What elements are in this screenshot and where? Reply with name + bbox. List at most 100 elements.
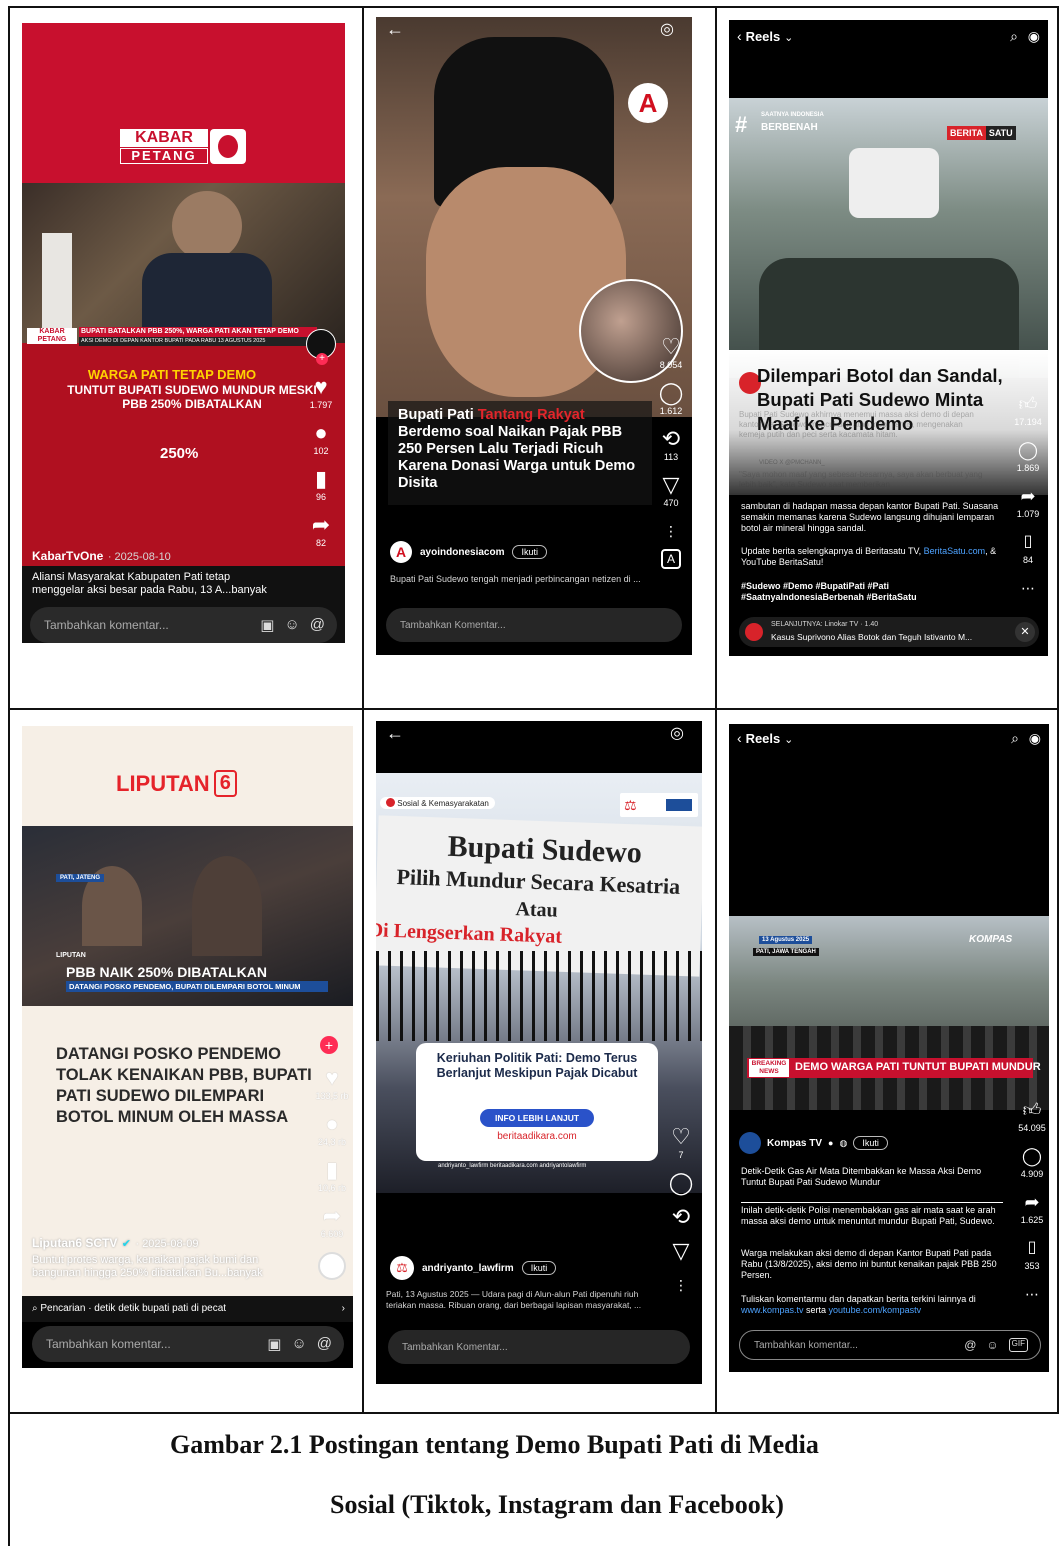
author-name[interactable]: ayoindonesiacom [420, 547, 504, 558]
post-beritasatu[interactable]: ‹ Reels ⌄ ⌕ ◉ # SAATNYA INDONESIA BERBEN… [729, 20, 1048, 656]
back-arrow-icon[interactable]: ← [386, 723, 404, 744]
post-liputan6[interactable]: LIPUTAN 6 PATI, JATENG LIPUTAN PBB NAIK … [22, 726, 353, 1368]
heart-icon[interactable]: ♡ [661, 335, 681, 359]
gif-icon[interactable]: GIF [1008, 1338, 1028, 1352]
image-icon[interactable]: ▣ [260, 616, 274, 634]
save-icon[interactable]: ▯ [1024, 530, 1033, 554]
comment-input[interactable]: Tambahkan Komentar... [386, 608, 682, 642]
mention-icon[interactable]: @ [310, 616, 325, 634]
emoji-icon[interactable]: ☺ [291, 1335, 306, 1353]
author-name[interactable]: Liputan6 SCTV [32, 1236, 117, 1250]
like-count: 7 [678, 1150, 684, 1160]
send-icon[interactable]: ▽ [673, 1239, 690, 1263]
share-icon[interactable]: ➦ [1024, 1190, 1039, 1214]
share-icon[interactable]: ➦ [1020, 484, 1035, 508]
mention-icon[interactable]: @ [317, 1335, 332, 1353]
post-ayoindonesia[interactable]: ← ◎ A Bupati Pati Tantang Rakyat Berdemo… [376, 17, 692, 655]
author-name[interactable]: Kompas TV [767, 1138, 822, 1149]
comment-icon[interactable]: ◯ [669, 1171, 694, 1195]
more-icon[interactable]: ⋮ [664, 519, 678, 543]
comment-input[interactable]: Tambahkan komentar... @ ☺ GIF [739, 1330, 1041, 1360]
back-arrow-icon[interactable]: ← [386, 19, 404, 40]
comment-icon[interactable]: ◯ [659, 381, 684, 405]
chevron-down-icon[interactable]: ⌄ [784, 734, 793, 746]
more-icon[interactable]: ⋮ [674, 1273, 688, 1297]
info-card: Keriuhan Politik Pati: Demo Terus Berlan… [416, 1043, 658, 1161]
hashtags[interactable]: #Sudewo #Demo #BupatiPati #Pati #Saatnya… [741, 581, 981, 603]
heart-icon[interactable]: ♡ [671, 1125, 691, 1149]
comment-input[interactable]: Tambahkan komentar... ▣ ☺ @ [32, 1326, 344, 1362]
close-icon[interactable]: ✕ [1015, 622, 1035, 642]
post-kabartvone[interactable]: KABAR PETANG KABAR PETANG BUPATI BATALKA… [22, 23, 345, 643]
author-name[interactable]: KabarTvOne [32, 549, 103, 563]
author-name[interactable]: andriyanto_lawfirm [422, 1263, 514, 1274]
kompas-link[interactable]: www.kompas.tv [741, 1305, 804, 1315]
post-andriyanto[interactable]: ← ◎ Sosial & Kemasyarakatan ⚖ Bupati Sud… [376, 721, 702, 1384]
bookmark-icon[interactable]: ▮ [326, 1158, 338, 1182]
save-icon[interactable]: ▯ [1028, 1236, 1037, 1260]
send-icon[interactable]: ▽ [663, 473, 680, 497]
search-bar[interactable]: ⌕ Pencarian · detik detik bupati pati di… [22, 1296, 353, 1322]
logo-mark-icon [210, 129, 246, 164]
follow-plus-icon[interactable]: + [320, 1036, 338, 1054]
author-avatar[interactable]: A [390, 541, 412, 563]
sound-disc[interactable] [318, 1252, 346, 1280]
post-description[interactable]: Aliansi Masyarakat Kabupaten Pati tetap … [32, 571, 282, 597]
camera-icon[interactable]: ◎ [670, 723, 684, 743]
card-link[interactable]: beritaadikara.com [426, 1131, 648, 1142]
emoji-icon[interactable]: ☺ [986, 1338, 998, 1352]
beritasatu-link[interactable]: BeritaSatu.com [924, 546, 986, 556]
heart-icon[interactable]: ♥ [325, 1066, 338, 1090]
comment-input[interactable]: Tambahkan Komentar... [388, 1330, 690, 1364]
youtube-link[interactable]: youtube.com/kompastv [829, 1305, 922, 1315]
comment-icon[interactable]: ◯ [1018, 438, 1038, 462]
profile-icon[interactable]: ◉ [1029, 730, 1041, 747]
social-handles: andriyanto_lawfirm beritaadikara.com and… [438, 1163, 587, 1169]
repost-icon[interactable]: ⟲ [672, 1205, 690, 1229]
nav-title[interactable]: Reels [746, 731, 781, 746]
more-icon[interactable]: ⋯ [1025, 1282, 1039, 1306]
comment-count: 1.612 [659, 406, 683, 416]
more-icon[interactable]: ⋯ [1021, 576, 1035, 600]
emoji-icon[interactable]: ☺ [284, 616, 299, 634]
headline-rest: Berdemo soal Naikan Pajak PBB 250 Persen… [398, 424, 636, 491]
mention-icon[interactable]: @ [964, 1338, 976, 1352]
comment-icon[interactable]: ◯ [1022, 1144, 1042, 1168]
back-chevron-icon[interactable]: ‹ [737, 730, 742, 746]
comment-icon[interactable]: ● [325, 1112, 338, 1136]
search-icon[interactable]: ⌕ [1011, 730, 1019, 747]
post-date: · 2025-08-09 [135, 1238, 199, 1250]
next-video-bar[interactable]: SELANJUTNYA: Linokar TV · 1.40 Kasus Sup… [739, 617, 1039, 647]
post-kompastv[interactable]: ‹ Reels ⌄ ⌕ ◉ 13 Agustus 2025 PATI, JAWA… [729, 724, 1049, 1372]
like-icon[interactable]: 👍︎ [1019, 392, 1038, 416]
comment-input[interactable]: Tambahkan komentar... ▣ ☺ @ [30, 607, 337, 643]
heart-icon[interactable]: ♥ [314, 375, 327, 399]
category-chip[interactable]: Sosial & Kemasyarakatan [380, 797, 495, 809]
share-icon[interactable]: ➦ [323, 1204, 341, 1228]
video-frame [729, 98, 1048, 378]
like-icon[interactable]: 👍︎ [1023, 1098, 1042, 1122]
author-avatar[interactable]: ⚖ [390, 1256, 414, 1280]
chevron-down-icon[interactable]: ⌄ [784, 32, 793, 44]
camera-icon[interactable]: ◎ [660, 19, 674, 39]
post-description[interactable]: Pati, 13 Agustus 2025 — Udara pagi di Al… [386, 1289, 666, 1311]
post-description[interactable]: Bupati Pati Sudewo tengah menjadi perbin… [390, 574, 650, 584]
follow-plus-icon[interactable]: + [316, 353, 328, 365]
info-button[interactable]: INFO LEBIH LANJUT [480, 1109, 594, 1127]
share-icon[interactable]: ➦ [312, 513, 330, 537]
author-avatar[interactable] [739, 1132, 761, 1154]
comment-icon[interactable]: ● [314, 421, 327, 445]
nav-title[interactable]: Reels [746, 29, 781, 44]
back-chevron-icon[interactable]: ‹ [737, 28, 742, 44]
image-icon[interactable]: ▣ [267, 1335, 281, 1353]
profile-icon[interactable]: ◉ [1028, 28, 1040, 45]
comment-placeholder: Tambahkan komentar... [754, 1339, 858, 1351]
follow-button[interactable]: Ikuti [521, 1261, 557, 1275]
follow-button[interactable]: Ikuti [512, 545, 547, 559]
search-icon[interactable]: ⌕ [1010, 28, 1018, 45]
repost-icon[interactable]: ⟲ [662, 427, 680, 451]
audio-icon[interactable]: A [661, 549, 681, 569]
follow-button[interactable]: Ikuti [853, 1136, 888, 1150]
post-description[interactable]: Buntut protes warga, kenaikan pajak bumi… [32, 1254, 300, 1280]
bookmark-icon[interactable]: ▮ [315, 467, 327, 491]
